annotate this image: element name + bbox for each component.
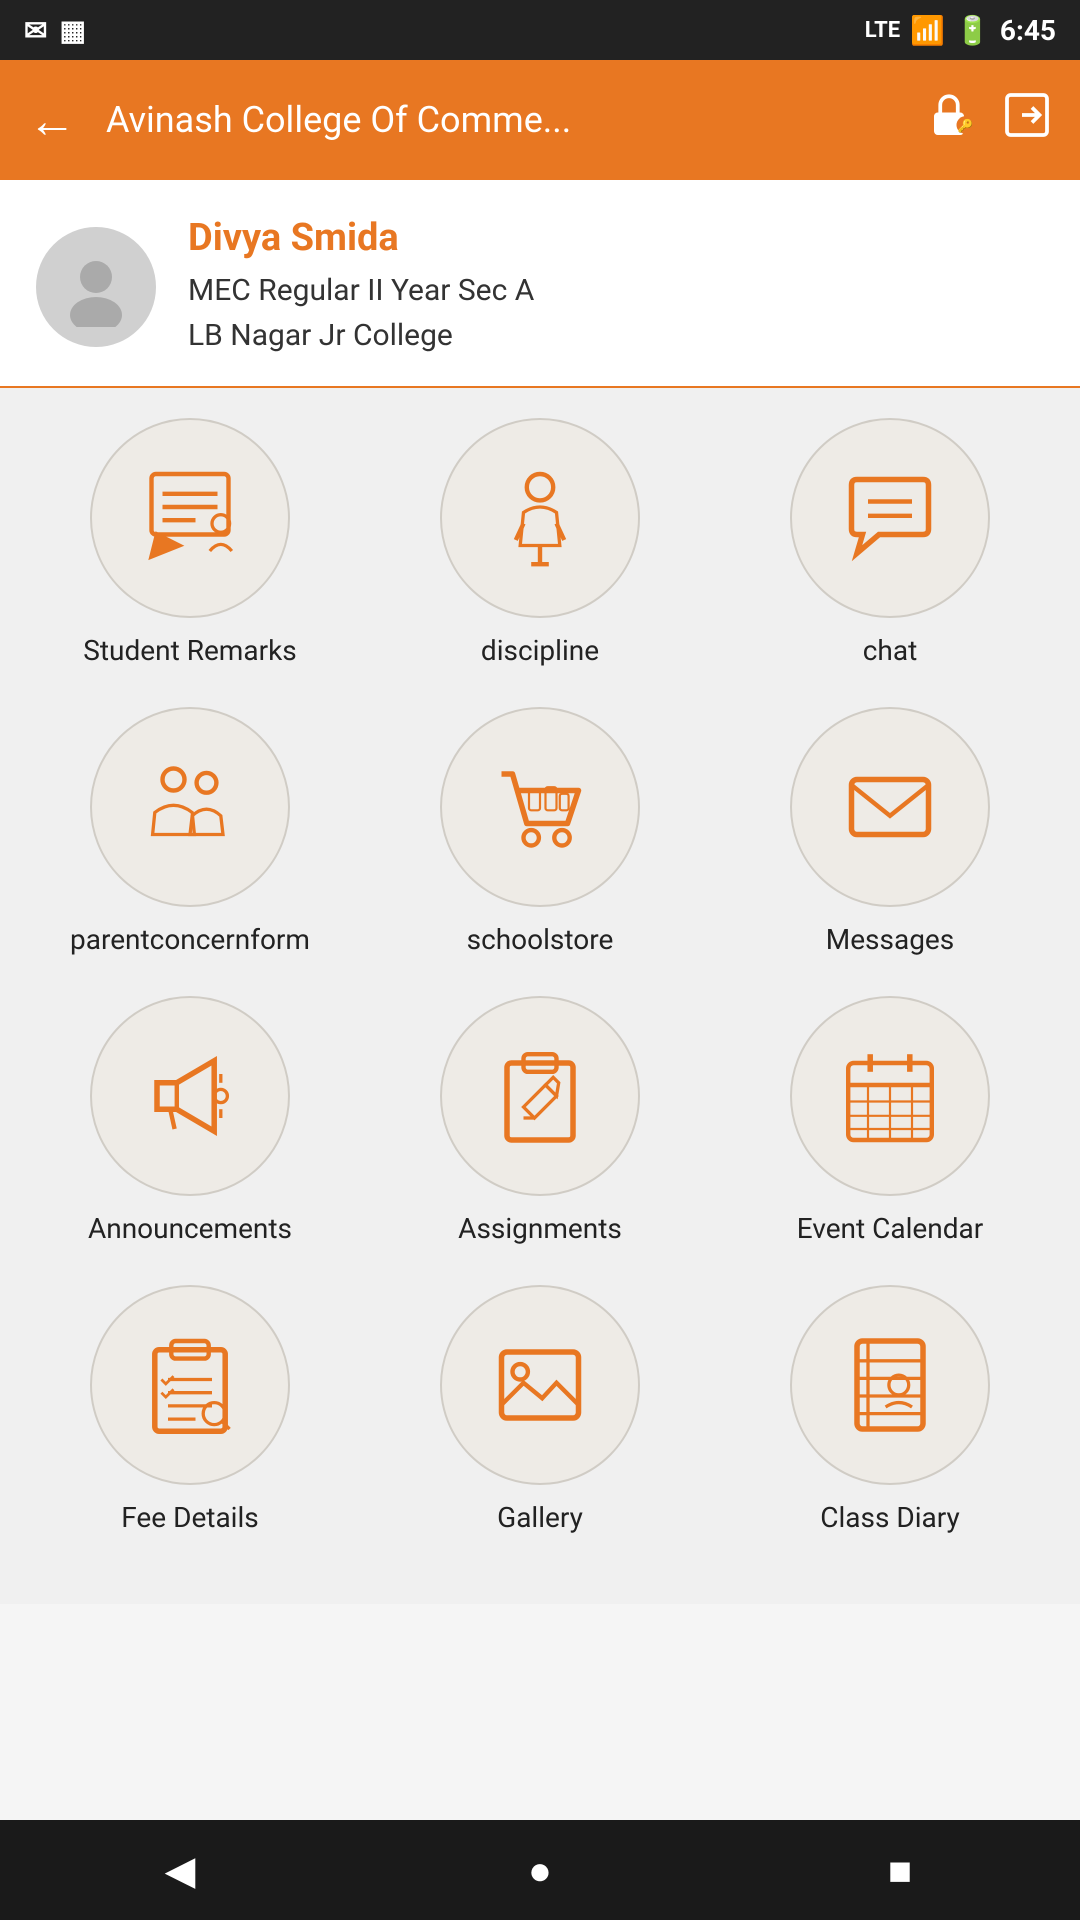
nav-recent-button[interactable]: ■ [860,1830,940,1910]
messages-label: Messages [826,923,954,956]
grid-item-parentconcernform[interactable]: parentconcernform [20,697,360,966]
status-bar: ✉ ▦ LTE 📶 🔋 6:45 [0,0,1080,60]
grid-item-gallery[interactable]: Gallery [370,1275,710,1544]
nav-bar: ◀ ● ■ [0,1820,1080,1920]
clock: 6:45 [1000,14,1056,47]
event-calendar-label: Event Calendar [797,1212,983,1245]
grid-item-messages[interactable]: Messages [720,697,1060,966]
fee-details-icon-circle [90,1285,290,1485]
lte-icon: LTE [865,18,900,43]
signal-icon: 📶 [910,14,945,47]
class-diary-label: Class Diary [820,1501,960,1534]
mail-icon: ✉ [24,14,47,47]
assignments-icon-circle [440,996,640,1196]
avatar [36,227,156,347]
announcements-icon-circle [90,996,290,1196]
status-right: LTE 📶 🔋 6:45 [865,14,1056,47]
assignments-label: Assignments [458,1212,622,1245]
grid-item-student-remarks[interactable]: Student Remarks [20,408,360,677]
grid-item-event-calendar[interactable]: Event Calendar [720,986,1060,1255]
event-calendar-icon-circle [790,996,990,1196]
discipline-label: discipline [481,634,599,667]
svg-text:🔑: 🔑 [957,118,973,134]
profile-class: MEC Regular II Year Sec A [188,268,534,313]
lock-icon[interactable]: 🔑 [924,90,974,151]
announcements-label: Announcements [88,1212,292,1245]
app-title: Avinash College Of Comme... [106,99,904,141]
profile-info: Divya Smida MEC Regular II Year Sec A LB… [188,216,534,358]
profile-college: LB Nagar Jr College [188,313,534,358]
grid-item-class-diary[interactable]: Class Diary [720,1275,1060,1544]
parentconcernform-label: parentconcernform [70,923,310,956]
messages-icon-circle [790,707,990,907]
profile-section: Divya Smida MEC Regular II Year Sec A LB… [0,180,1080,388]
app-bar-actions: 🔑 [924,90,1052,151]
gallery-label: Gallery [497,1501,583,1534]
grid-item-announcements[interactable]: Announcements [20,986,360,1255]
grid-item-discipline[interactable]: discipline [370,408,710,677]
app-bar: ← Avinash College Of Comme... 🔑 [0,60,1080,180]
status-left: ✉ ▦ [24,14,86,47]
fee-details-label: Fee Details [121,1501,259,1534]
class-diary-icon-circle [790,1285,990,1485]
grid-item-assignments[interactable]: Assignments [370,986,710,1255]
gallery-icon-circle [440,1285,640,1485]
parentconcern-icon-circle [90,707,290,907]
chat-icon-circle [790,418,990,618]
chat-label: chat [863,634,917,667]
battery-icon: 🔋 [955,14,990,47]
nav-home-button[interactable]: ● [500,1830,580,1910]
back-button[interactable]: ← [28,92,76,149]
logout-icon[interactable] [1002,90,1052,151]
discipline-icon-circle [440,418,640,618]
student-remarks-icon-circle [90,418,290,618]
grid-item-fee-details[interactable]: Fee Details [20,1275,360,1544]
student-remarks-label: Student Remarks [83,634,296,667]
grid-item-chat[interactable]: chat [720,408,1060,677]
schoolstore-icon-circle [440,707,640,907]
schoolstore-label: schoolstore [467,923,614,956]
nav-back-button[interactable]: ◀ [140,1830,220,1910]
profile-name: Divya Smida [188,216,534,260]
menu-grid: Student Remarks discipline [0,388,1080,1564]
sim-icon: ▦ [59,14,85,47]
grid-item-schoolstore[interactable]: schoolstore [370,697,710,966]
